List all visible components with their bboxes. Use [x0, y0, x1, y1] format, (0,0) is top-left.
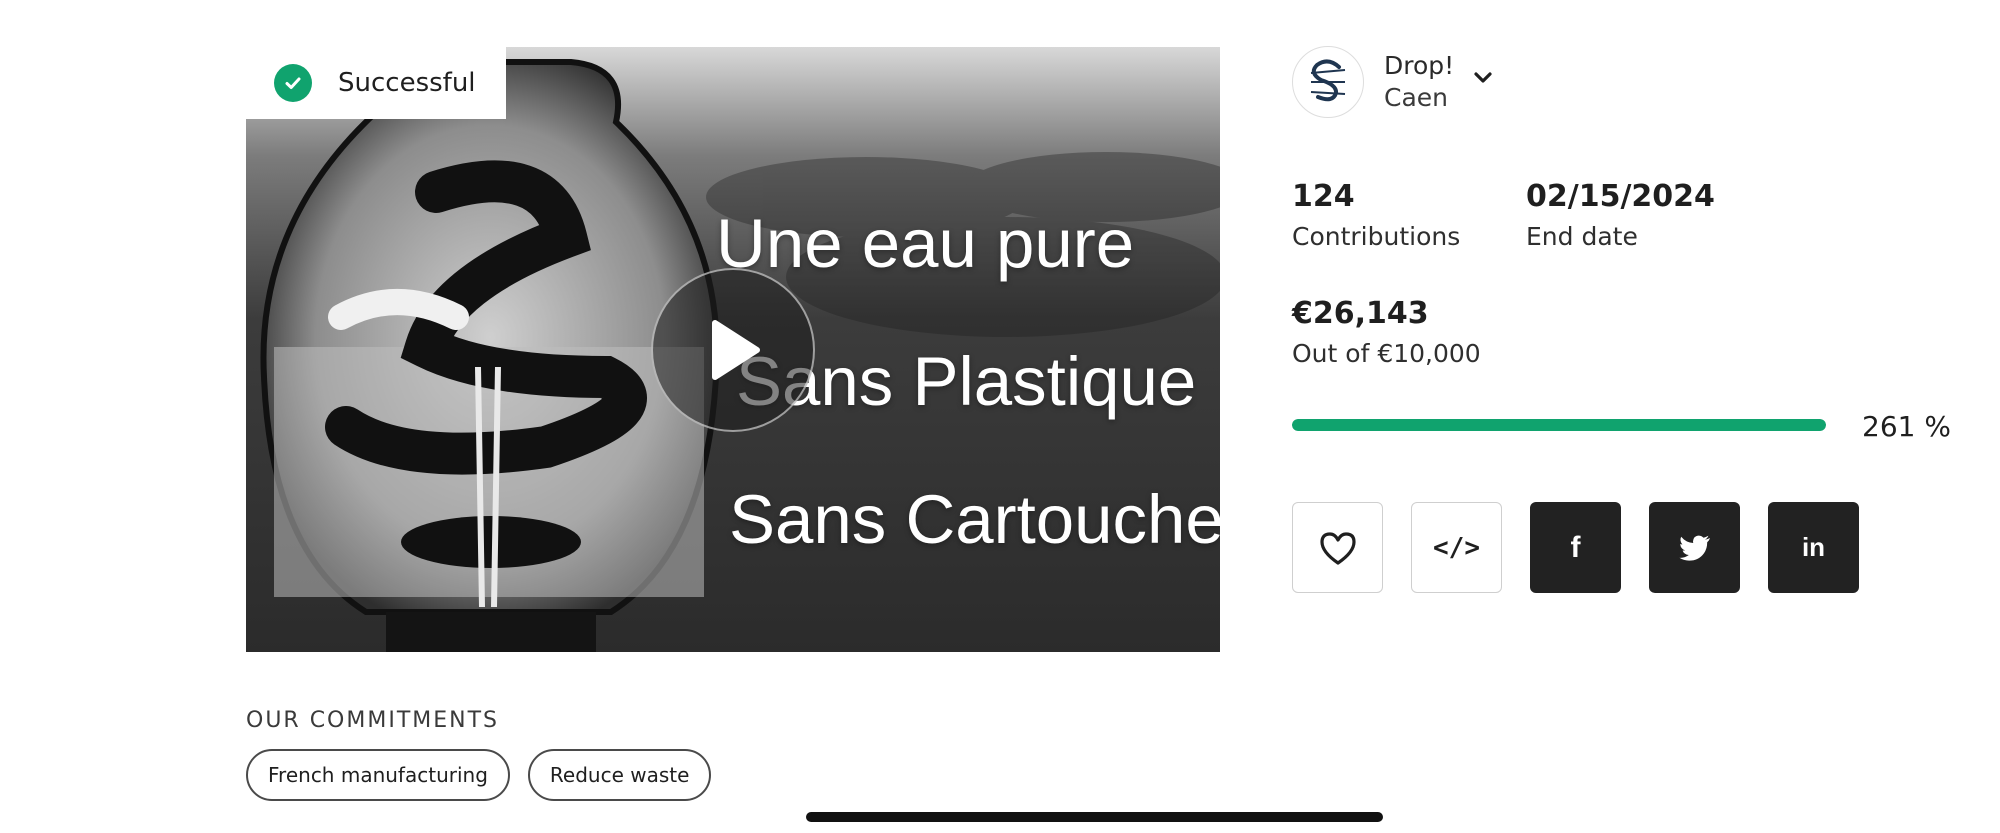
creator-location: Caen	[1384, 83, 1449, 112]
share-facebook-button[interactable]: f	[1530, 502, 1621, 593]
funding-progress-bar	[1292, 419, 1826, 431]
home-indicator	[806, 812, 1383, 822]
video-title-line-1: Une eau pure	[716, 205, 1135, 282]
facebook-icon: f	[1570, 530, 1581, 564]
creator-block: Drop! Caen	[1292, 46, 1492, 118]
commitments-heading: OUR COMMITMENTS	[246, 708, 500, 733]
check-circle-icon	[274, 64, 312, 102]
heart-icon	[1319, 531, 1356, 565]
share-linkedin-button[interactable]: in	[1768, 502, 1859, 593]
tag-reduce-waste[interactable]: Reduce waste	[527, 749, 712, 801]
status-badge: Successful	[246, 47, 506, 119]
end-date-value: 02/15/2024	[1526, 179, 1715, 214]
embed-button[interactable]: </>	[1411, 502, 1502, 593]
funding-percent: 261 %	[1862, 410, 1951, 443]
twitter-icon	[1678, 535, 1710, 561]
amount-raised: €26,143	[1292, 296, 1429, 331]
tag-french-manufacturing[interactable]: French manufacturing	[246, 749, 510, 801]
commitment-tags: French manufacturing Reduce waste	[246, 749, 712, 801]
chevron-down-icon[interactable]	[1474, 69, 1492, 88]
play-button[interactable]	[651, 268, 815, 432]
creator-name[interactable]: Drop!	[1384, 50, 1454, 82]
video-title-line-3: Sans Cartouche	[729, 481, 1220, 558]
play-icon	[712, 320, 760, 380]
linkedin-icon: in	[1801, 532, 1826, 562]
like-button[interactable]	[1292, 502, 1383, 593]
goal-label: Out of €10,000	[1292, 339, 1481, 368]
embed-code-icon: </>	[1433, 532, 1480, 563]
creator-avatar[interactable]	[1292, 46, 1364, 118]
action-buttons: </> f in	[1292, 502, 1859, 593]
status-label: Successful	[338, 68, 476, 98]
end-date-label: End date	[1526, 222, 1638, 251]
share-twitter-button[interactable]	[1649, 502, 1740, 593]
drop-s-logo-icon	[1310, 59, 1346, 102]
progress-fill	[1292, 419, 1826, 431]
contributions-value: 124	[1292, 179, 1355, 214]
contributions-label: Contributions	[1292, 222, 1461, 251]
